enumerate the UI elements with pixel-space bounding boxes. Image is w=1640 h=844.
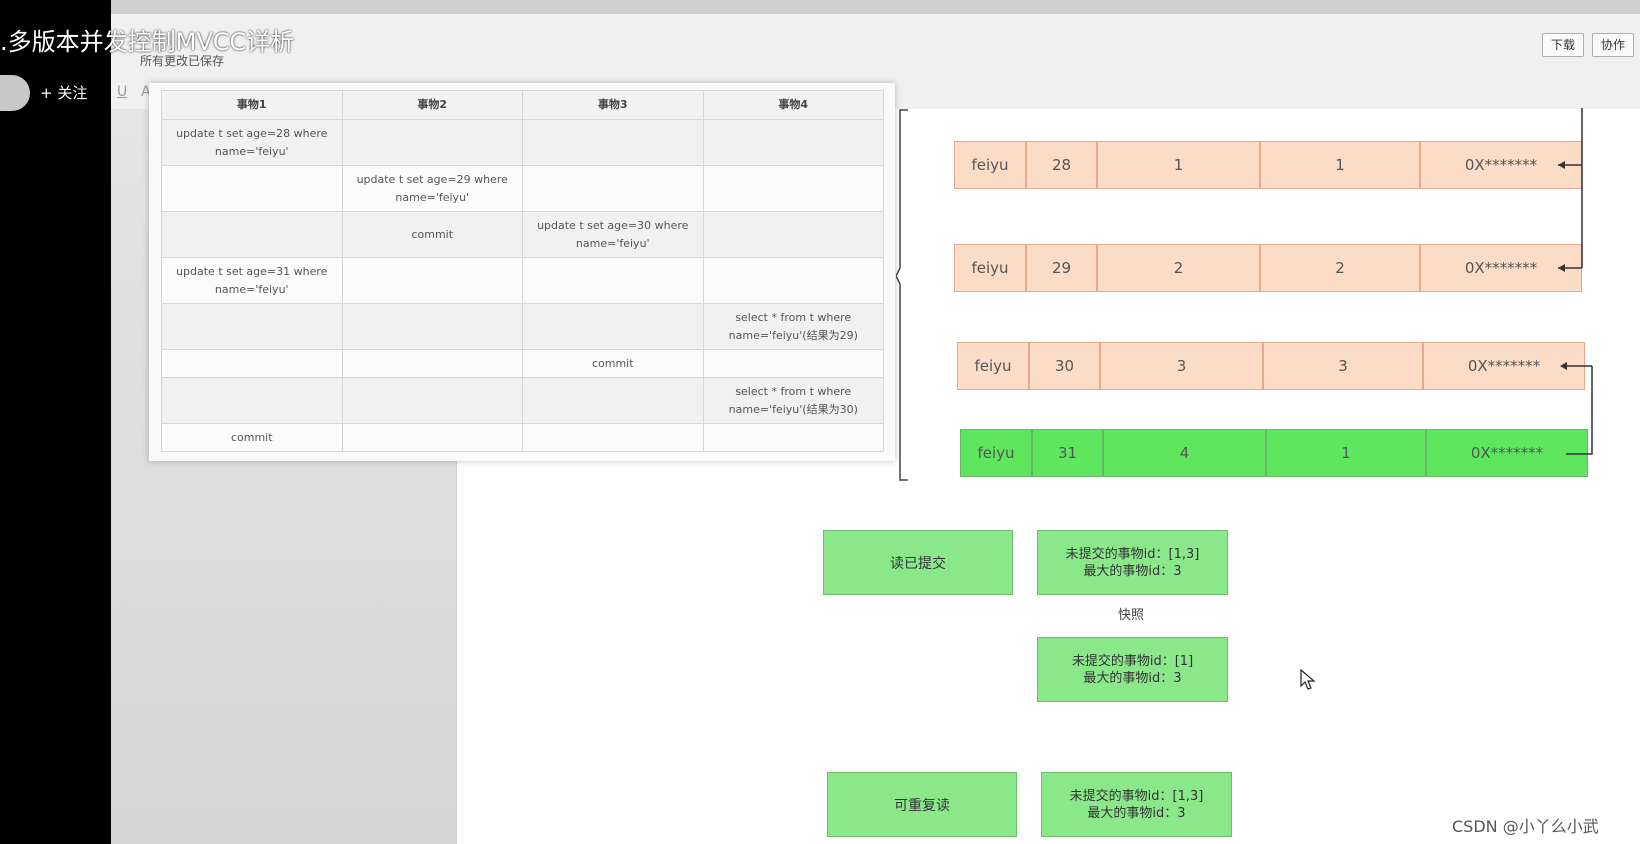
table-cell (161, 303, 343, 350)
table-header: 事物4 (702, 90, 884, 120)
record-roll-id: 2 (1260, 244, 1420, 292)
record-age: 29 (1026, 244, 1097, 292)
record-age: 31 (1032, 429, 1103, 477)
snapshot-max-id: 最大的事物id：3 (1083, 670, 1182, 686)
read-view-snapshot-box: 未提交的事物id：[1] 最大的事物id：3 (1037, 637, 1228, 702)
table-cell (702, 423, 884, 452)
table-cell: commit (161, 423, 343, 452)
record-roll-id: 3 (1263, 342, 1423, 390)
table-cell (522, 119, 704, 166)
version-chain-arrows (1558, 108, 1593, 455)
table-row: select * from t where name='feiyu'(结果为29… (161, 303, 884, 350)
table-cell (702, 349, 884, 378)
table-cell (522, 423, 704, 452)
record-trx-id: 2 (1097, 244, 1260, 292)
record-name: feiyu (954, 141, 1026, 189)
table-cell (341, 119, 523, 166)
download-button[interactable]: 下载 (1542, 33, 1585, 57)
table-row: select * from t where name='feiyu'(结果为30… (161, 377, 884, 424)
table-cell (341, 257, 523, 304)
table-cell: commit (341, 211, 523, 258)
snapshot-label: 快照 (1118, 608, 1145, 623)
table-cell (702, 119, 884, 166)
table-row: update t set age=31 where name='feiyu' (161, 257, 884, 304)
table-cell (341, 303, 523, 350)
table-cell: update t set age=29 where name='feiyu' (341, 165, 523, 212)
record-group-bracket (896, 109, 908, 481)
table-cell (161, 165, 343, 212)
table-header: 事物3 (522, 90, 704, 120)
table-cell: update t set age=28 where name='feiyu' (161, 119, 343, 166)
record-name: feiyu (960, 429, 1032, 477)
record-roll-id: 1 (1266, 429, 1426, 477)
read-view-snapshot-box: 未提交的事物id：[1,3] 最大的事物id：3 (1041, 772, 1232, 837)
table-cell: select * from t where name='feiyu'(结果为30… (702, 377, 884, 424)
browser-top-bar (111, 0, 1640, 15)
undo-record-row: feiyu 29 2 2 0X******* (954, 244, 1582, 292)
record-roll-id: 1 (1260, 141, 1420, 189)
table-cell (522, 165, 704, 212)
record-name: feiyu (954, 244, 1026, 292)
table-cell (161, 211, 343, 258)
follow-button[interactable]: + 关注 (40, 82, 87, 103)
table-row: commit update t set age=30 where name='f… (161, 211, 884, 258)
table-cell (341, 349, 523, 378)
record-age: 28 (1026, 141, 1097, 189)
record-trx-id: 3 (1100, 342, 1263, 390)
video-title: .多版本并发控制MVCC详析 (0, 28, 295, 56)
collaborate-button[interactable]: 协作 (1592, 33, 1635, 57)
snapshot-uncommitted-ids: 未提交的事物id：[1,3] (1069, 788, 1204, 804)
table-row: commit (161, 423, 884, 452)
table-cell (341, 377, 523, 424)
snapshot-uncommitted-ids: 未提交的事物id：[1,3] (1065, 546, 1200, 562)
table-row: update t set age=28 where name='feiyu' (161, 119, 884, 166)
underline-tool-button[interactable]: U (117, 84, 127, 100)
table-cell (341, 423, 523, 452)
csdn-watermark: CSDN @小丫么小武 (1452, 817, 1599, 836)
table-cell (702, 165, 884, 212)
table-cell (522, 257, 704, 304)
table-header: 事物1 (161, 90, 343, 120)
table-cell (161, 349, 343, 378)
record-name: feiyu (957, 342, 1029, 390)
table-cell (161, 377, 343, 424)
table-cell (522, 377, 704, 424)
undo-record-row: feiyu 28 1 1 0X******* (954, 141, 1582, 189)
transaction-table-card: 事物1 事物2 事物3 事物4 update t set age=28 wher… (149, 83, 895, 461)
current-record-row: feiyu 31 4 1 0X******* (960, 429, 1588, 477)
read-committed-label: 读已提交 (890, 555, 946, 572)
undo-record-row: feiyu 30 3 3 0X******* (957, 342, 1585, 390)
table-row: update t set age=29 where name='feiyu' (161, 165, 884, 212)
table-cell (702, 211, 884, 258)
record-age: 30 (1029, 342, 1100, 390)
table-cell: update t set age=31 where name='feiyu' (161, 257, 343, 304)
table-cell (702, 257, 884, 304)
read-committed-box: 读已提交 (823, 530, 1013, 595)
snapshot-max-id: 最大的事物id：3 (1087, 805, 1186, 821)
repeatable-read-label: 可重复读 (894, 797, 950, 814)
read-view-snapshot-box: 未提交的事物id：[1,3] 最大的事物id：3 (1037, 530, 1228, 595)
record-trx-id: 4 (1103, 429, 1266, 477)
table-cell: commit (522, 349, 704, 378)
table-header: 事物2 (341, 90, 523, 120)
table-row: commit (161, 349, 884, 378)
table-cell: select * from t where name='feiyu'(结果为29… (702, 303, 884, 350)
video-left-strip (0, 0, 111, 844)
record-trx-id: 1 (1097, 141, 1260, 189)
table-cell: update t set age=30 where name='feiyu' (522, 211, 704, 258)
snapshot-max-id: 最大的事物id：3 (1083, 563, 1182, 579)
mouse-cursor-icon (1300, 669, 1316, 690)
repeatable-read-box: 可重复读 (827, 772, 1017, 837)
snapshot-uncommitted-ids: 未提交的事物id：[1] (1071, 653, 1194, 669)
transaction-table: 事物1 事物2 事物3 事物4 update t set age=28 wher… (161, 90, 884, 452)
table-cell (522, 303, 704, 350)
